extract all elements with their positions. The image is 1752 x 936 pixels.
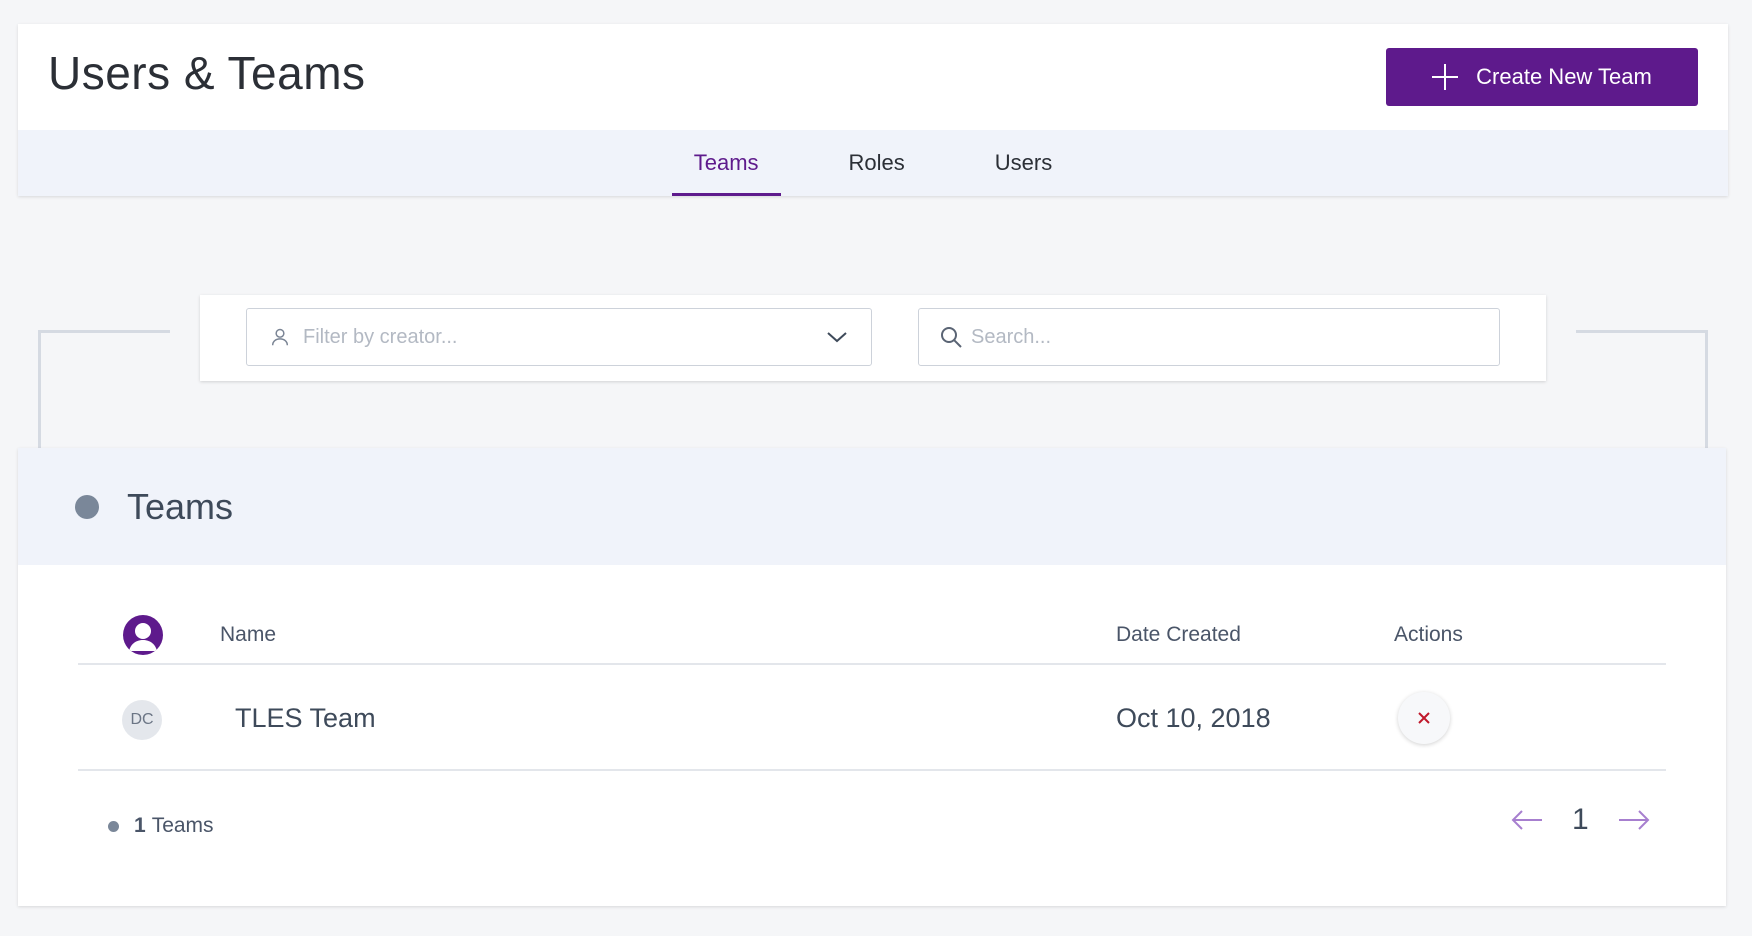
creator-filter-placeholder: Filter by creator... xyxy=(303,325,458,348)
create-new-team-label: Create New Team xyxy=(1476,64,1652,89)
creator-filter-dropdown[interactable]: Filter by creator... xyxy=(246,308,872,366)
pagination: 1 xyxy=(1510,800,1651,840)
current-page-number: 1 xyxy=(1572,803,1589,836)
team-count: 1 Teams xyxy=(108,814,214,838)
search-box xyxy=(918,308,1500,366)
search-input[interactable] xyxy=(971,317,1499,357)
next-page-button[interactable] xyxy=(1617,806,1651,834)
team-name[interactable]: TLES Team xyxy=(235,703,376,734)
table-row[interactable]: DC TLES Team Oct 10, 2018 xyxy=(78,667,1666,771)
count-dot xyxy=(108,820,119,832)
bracket-line-right xyxy=(1576,330,1708,448)
search-icon xyxy=(941,327,962,348)
section-status-dot xyxy=(75,494,99,519)
previous-page-button[interactable] xyxy=(1510,806,1544,834)
column-header-name[interactable]: Name xyxy=(220,623,276,647)
bracket-line-left xyxy=(38,330,170,448)
tab-teams[interactable]: Teams xyxy=(671,130,781,196)
delete-team-button[interactable] xyxy=(1398,692,1450,744)
plus-icon xyxy=(1432,64,1459,90)
creator-avatar: DC xyxy=(122,700,162,740)
filter-bar: Filter by creator... xyxy=(200,295,1546,381)
column-header-actions: Actions xyxy=(1394,623,1463,646)
page-header: Users & Teams Create New Team Teams Role… xyxy=(18,24,1728,196)
arrow-left-icon xyxy=(1511,810,1542,830)
team-count-number: 1 xyxy=(134,814,146,837)
table-header: Name Date Created Actions xyxy=(78,615,1666,665)
tab-bar: Teams Roles Users xyxy=(18,130,1728,196)
close-icon xyxy=(1418,712,1430,724)
teams-section-header: Teams xyxy=(18,448,1726,565)
tab-roles[interactable]: Roles xyxy=(827,130,927,196)
avatar-column-icon xyxy=(123,615,163,655)
teams-panel: Teams Name Date Created Actions DC TLES … xyxy=(18,448,1726,906)
user-avatar-icon xyxy=(129,623,157,651)
create-new-team-button[interactable]: Create New Team xyxy=(1386,48,1698,106)
user-icon xyxy=(271,328,289,346)
page-title: Users & Teams xyxy=(48,47,366,99)
team-date-created: Oct 10, 2018 xyxy=(1116,703,1271,733)
arrow-right-icon xyxy=(1618,810,1650,830)
chevron-down-icon xyxy=(827,332,847,343)
column-header-date-created[interactable]: Date Created xyxy=(1116,623,1241,647)
teams-section-title: Teams xyxy=(127,485,234,527)
team-count-label: Teams xyxy=(151,814,214,837)
tab-users[interactable]: Users xyxy=(973,130,1074,196)
